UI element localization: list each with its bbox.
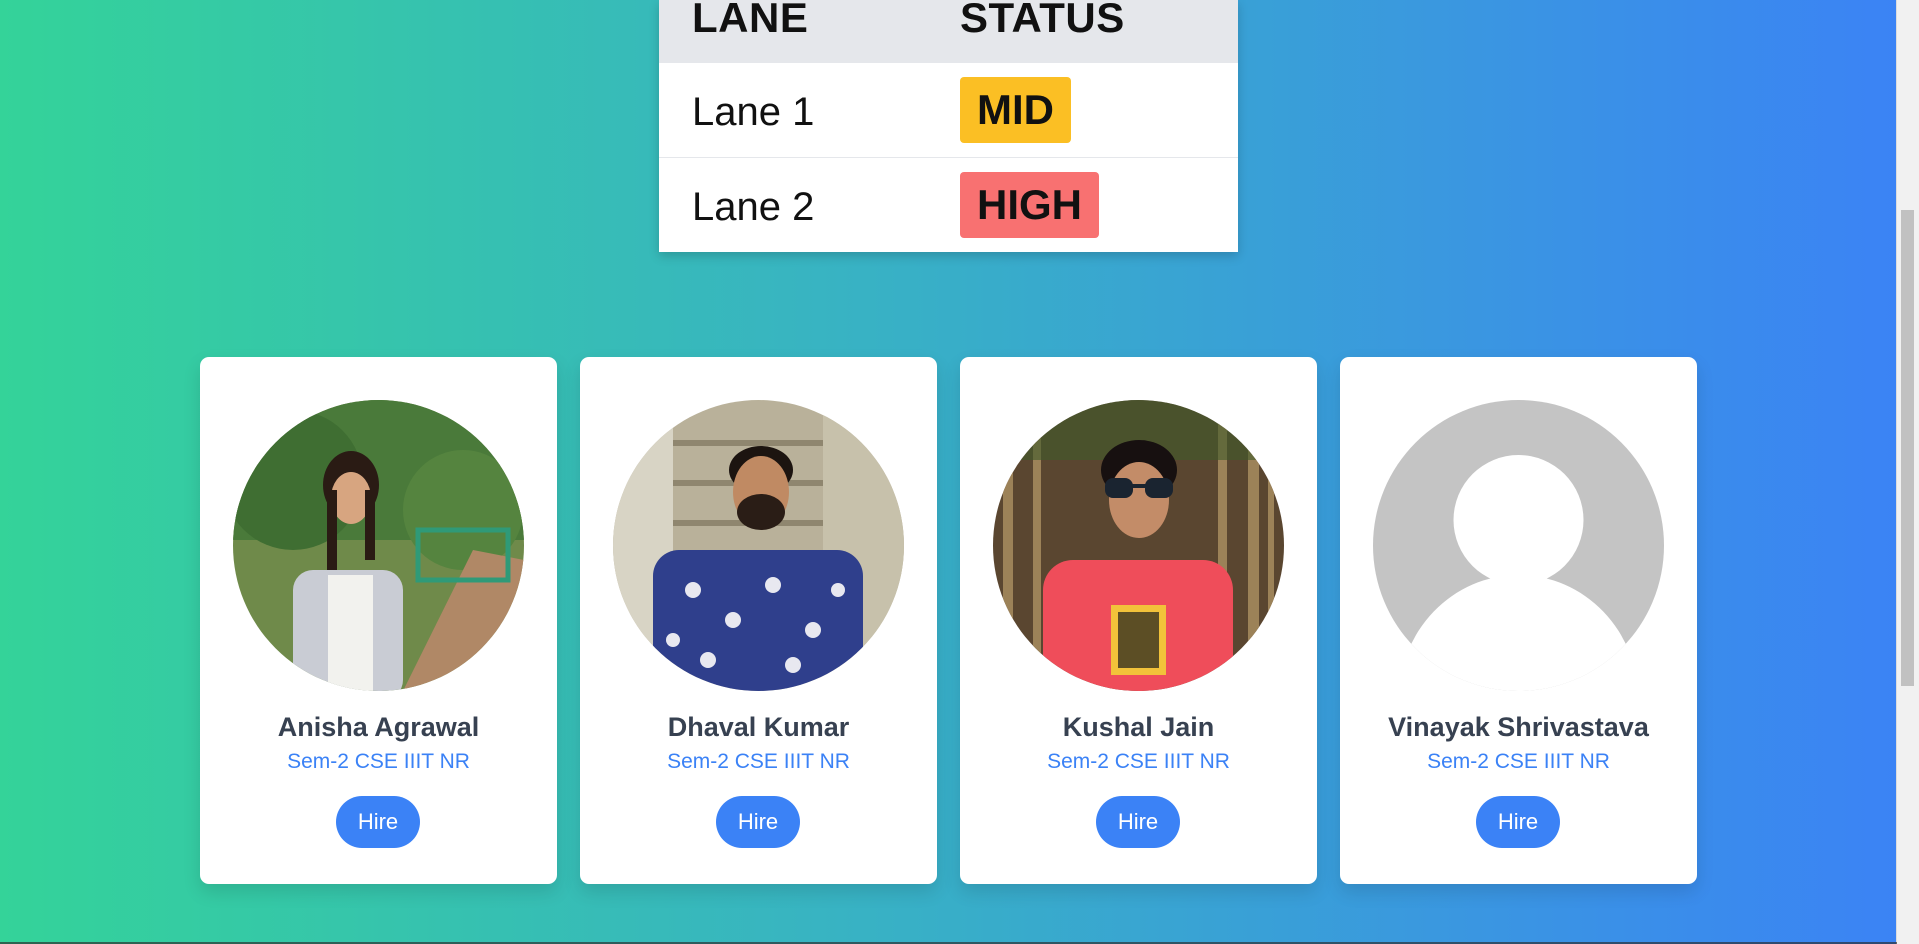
member-subtitle: Sem-2 CSE IIIT NR	[1047, 750, 1230, 773]
hire-button[interactable]: Hire	[1096, 796, 1180, 848]
header-lane: LANE	[692, 0, 809, 41]
profile-photo	[613, 400, 904, 691]
team-card: Vinayak Shrivastava Sem-2 CSE IIIT NR Hi…	[1340, 357, 1697, 884]
lane-name: Lane 2	[692, 185, 815, 229]
status-badge: HIGH	[960, 172, 1099, 238]
team-card: Anisha Agrawal Sem-2 CSE IIIT NR Hire	[200, 357, 557, 884]
member-name: Kushal Jain	[1062, 712, 1215, 742]
lane-status-table: LANE STATUS Lane 1 MID Lane 2 HIGH	[659, 0, 1238, 252]
scrollbar-thumb[interactable]	[1901, 210, 1914, 686]
member-name: Dhaval Kumar	[667, 712, 850, 742]
hire-button[interactable]: Hire	[716, 796, 800, 848]
team-card: Dhaval Kumar Sem-2 CSE IIIT NR Hire	[580, 357, 937, 884]
member-subtitle: Sem-2 CSE IIIT NR	[667, 750, 850, 773]
table-header: LANE STATUS	[659, 0, 1238, 62]
profile-photo	[233, 400, 524, 691]
table-row: Lane 2 HIGH	[659, 157, 1238, 252]
member-subtitle: Sem-2 CSE IIIT NR	[1427, 750, 1610, 773]
status-badge: MID	[960, 77, 1071, 143]
lane-name: Lane 1	[692, 90, 815, 134]
hire-button[interactable]: Hire	[336, 796, 420, 848]
vertical-scrollbar[interactable]	[1896, 0, 1919, 944]
member-subtitle: Sem-2 CSE IIIT NR	[287, 750, 470, 773]
member-name: Vinayak Shrivastava	[1388, 712, 1649, 742]
default-avatar-icon	[1373, 400, 1664, 691]
hire-button[interactable]: Hire	[1476, 796, 1560, 848]
header-status: STATUS	[960, 0, 1125, 41]
team-card: Kushal Jain Sem-2 CSE IIIT NR Hire	[960, 357, 1317, 884]
member-name: Anisha Agrawal	[277, 712, 480, 742]
table-row: Lane 1 MID	[659, 62, 1238, 157]
profile-photo	[993, 400, 1284, 691]
